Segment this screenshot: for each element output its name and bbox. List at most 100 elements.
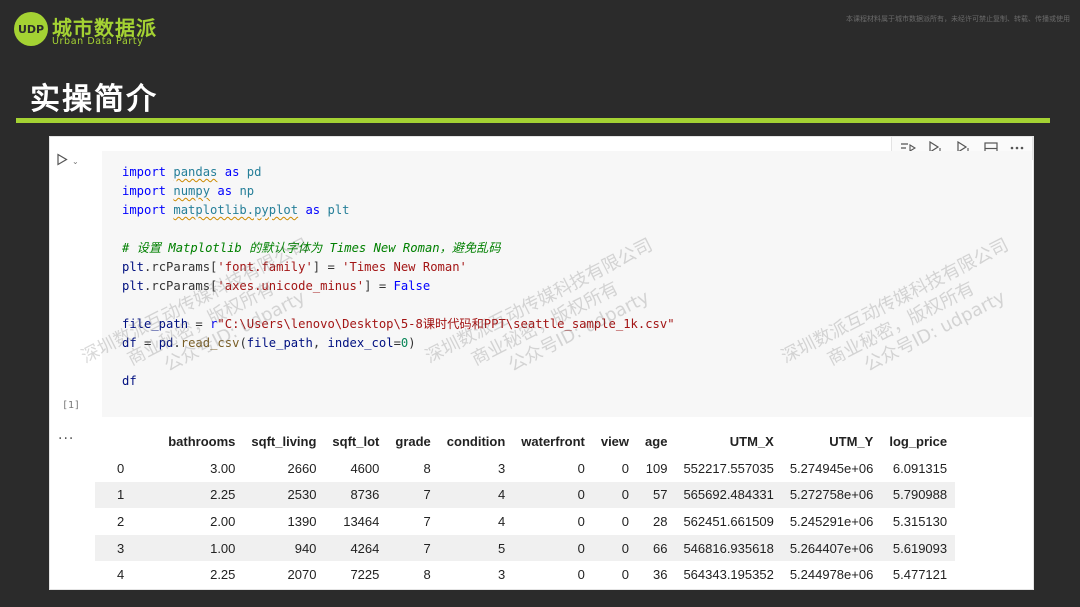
- table-row: 3 1.00 940 4264 7 5 0 0 66 546816.935618…: [95, 534, 956, 562]
- table-cell: 0: [621, 540, 630, 556]
- code-line: df: [122, 374, 137, 388]
- table-row: 2 2.00 1390 13464 7 4 0 0 28 562451.6615…: [95, 508, 956, 535]
- table-cell: 7: [423, 513, 431, 529]
- code-line: import numpy as np: [122, 184, 255, 198]
- table-cell: 8: [423, 567, 431, 583]
- column-header: sqft_living: [251, 433, 317, 449]
- output-menu-button[interactable]: ...: [58, 427, 74, 443]
- column-header: UTM_X: [729, 433, 774, 449]
- table-cell: 57: [652, 487, 668, 503]
- code-line: plt.rcParams['axes.unicode_minus'] = Fal…: [122, 279, 431, 293]
- play-icon: [56, 152, 68, 170]
- table-cell: 1.00: [210, 540, 236, 556]
- code-line: # 设置 Matplotlib 的默认字体为 Times New Roman，避…: [122, 241, 501, 255]
- table-cell: 2660: [287, 460, 317, 476]
- table-cell: 7: [423, 487, 431, 503]
- row-index: 4: [117, 567, 125, 583]
- code-line: import pandas as pd: [122, 165, 262, 179]
- table-cell: 66: [652, 540, 668, 556]
- table-cell: 0: [577, 540, 585, 556]
- table-cell: 0: [577, 460, 585, 476]
- table-cell: 0: [621, 460, 630, 476]
- table-cell: 4600: [350, 460, 380, 476]
- table-cell: 940: [294, 540, 317, 556]
- table-cell: 5.245291e+06: [789, 513, 874, 529]
- table-cell: 5.244978e+06: [789, 567, 874, 583]
- table-cell: 1390: [287, 513, 317, 529]
- chevron-down-icon[interactable]: ⌄: [72, 157, 79, 166]
- notebook-cell: ⌄ import pandas as pd import numpy as np…: [49, 136, 1034, 590]
- table-cell: 0: [621, 513, 630, 529]
- column-header: log_price: [889, 433, 948, 449]
- table-cell: 5.790988: [892, 487, 948, 503]
- column-header: bathrooms: [168, 433, 236, 449]
- table-cell: 546816.935618: [683, 540, 774, 556]
- code-line: import matplotlib.pyplot as plt: [122, 203, 350, 217]
- column-header: waterfront: [521, 433, 585, 449]
- table-cell: 36: [652, 567, 668, 583]
- column-header: grade: [395, 433, 431, 449]
- brand-name-en: Urban Data Party: [52, 36, 144, 47]
- table-cell: 2070: [287, 567, 317, 583]
- table-cell: 5.619093: [892, 540, 948, 556]
- table-cell: 0: [577, 513, 585, 529]
- table-row: 4 2.25 2070 7225 8 3 0 0 36 564343.19535…: [95, 561, 956, 588]
- logo-text: UDP: [17, 22, 45, 36]
- column-header: sqft_lot: [332, 433, 380, 449]
- run-cell-button[interactable]: ⌄: [56, 151, 84, 171]
- table-cell: 28: [652, 513, 668, 529]
- table-cell: 3: [498, 460, 506, 476]
- table-cell: 564343.195352: [683, 567, 774, 583]
- table-cell: 6.091315: [892, 460, 948, 476]
- table-cell: 562451.661509: [683, 513, 774, 529]
- table-cell: 2530: [287, 487, 317, 503]
- code-line: df = pd.read_csv(file_path, index_col=0): [122, 336, 416, 350]
- dataframe-table: bathrooms sqft_living sqft_lot grade con…: [95, 427, 956, 588]
- table-cell: 5.272758e+06: [789, 487, 874, 503]
- table-cell: 4264: [350, 540, 380, 556]
- table-cell: 0: [577, 567, 585, 583]
- index-header: [95, 427, 160, 455]
- table-cell: 552217.557035: [683, 460, 774, 476]
- table-cell: 2.25: [210, 567, 236, 583]
- execution-count: [1]: [62, 400, 81, 411]
- table-header-row: bathrooms sqft_living sqft_lot grade con…: [95, 427, 955, 455]
- column-header: age: [645, 433, 668, 449]
- table-cell: 3.00: [210, 460, 236, 476]
- copyright-notice: 本课程材料属于城市数据派所有，未经许可禁止复制、转载、传播或使用: [846, 15, 1070, 23]
- code-block: import pandas as pd import numpy as np i…: [122, 163, 675, 391]
- dataframe-output: bathrooms sqft_living sqft_lot grade con…: [95, 427, 956, 588]
- table-cell: 2.25: [210, 487, 236, 503]
- column-header: view: [600, 433, 630, 449]
- table-cell: 109: [645, 460, 668, 476]
- table-cell: 5.264407e+06: [789, 540, 874, 556]
- title-divider: [16, 118, 1050, 123]
- table-cell: 565692.484331: [683, 487, 774, 503]
- page-title: 实操简介: [30, 82, 158, 117]
- more-icon[interactable]: [1010, 146, 1024, 150]
- column-header: UTM_Y: [829, 433, 874, 449]
- code-editor[interactable]: import pandas as pd import numpy as np i…: [102, 151, 1032, 417]
- table-cell: 4: [498, 513, 506, 529]
- table-cell: 3: [498, 567, 506, 583]
- table-cell: 5.274945e+06: [789, 460, 874, 476]
- table-cell: 0: [577, 487, 585, 503]
- table-cell: 4: [498, 487, 506, 503]
- table-cell: 5: [498, 540, 506, 556]
- table-row: 1 2.25 2530 8736 7 4 0 0 57 565692.48433…: [95, 481, 956, 509]
- table-cell: 0: [621, 487, 630, 503]
- table-row: 0 3.00 2660 4600 8 3 0 0 109 552217.5570…: [95, 455, 956, 482]
- table-cell: 13464: [343, 513, 380, 529]
- table-cell: 8736: [350, 487, 380, 503]
- table-cell: 0: [621, 567, 630, 583]
- row-index: 1: [117, 487, 125, 503]
- column-header: condition: [446, 433, 506, 449]
- code-line: plt.rcParams['font.family'] = 'Times New…: [122, 260, 467, 274]
- table-cell: 7225: [350, 567, 380, 583]
- table-cell: 7: [423, 540, 431, 556]
- code-line: file_path = r"C:\Users\lenovo\Desktop\5-…: [122, 317, 675, 331]
- table-cell: 5.477121: [892, 567, 948, 583]
- row-index: 3: [117, 540, 125, 556]
- row-index: 0: [117, 460, 125, 476]
- row-index: 2: [117, 513, 125, 529]
